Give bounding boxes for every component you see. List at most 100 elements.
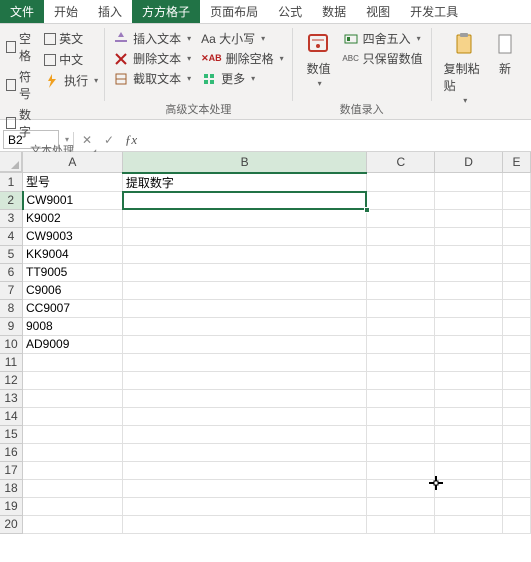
delete-space-button[interactable]: ✕AB 删除空格▾	[201, 50, 284, 67]
cell[interactable]	[503, 317, 531, 335]
row-header[interactable]: 16	[0, 443, 23, 461]
cell[interactable]	[122, 263, 366, 281]
cell[interactable]	[367, 245, 435, 263]
cell[interactable]	[435, 317, 503, 335]
case-button[interactable]: Aa 大小写▾	[201, 30, 284, 47]
chk-number[interactable]: 数字	[6, 106, 38, 140]
cut-text-button[interactable]: 截取文本▾	[113, 70, 191, 87]
cell[interactable]	[23, 425, 123, 443]
cell[interactable]	[367, 209, 435, 227]
cell[interactable]	[503, 497, 531, 515]
cell[interactable]	[503, 281, 531, 299]
cell[interactable]	[367, 263, 435, 281]
cell[interactable]	[23, 371, 123, 389]
col-header-A[interactable]: A	[23, 152, 123, 173]
cell[interactable]: CW9001	[23, 191, 123, 209]
more-button[interactable]: 更多▾	[201, 70, 284, 87]
cell[interactable]	[503, 191, 531, 209]
cell[interactable]	[435, 191, 503, 209]
row-header[interactable]: 8	[0, 299, 23, 317]
enter-button[interactable]: ✓	[100, 131, 118, 149]
col-header-C[interactable]: C	[367, 152, 435, 173]
row-header[interactable]: 11	[0, 353, 23, 371]
num-value-button[interactable]: 数值 ▾	[299, 26, 339, 99]
cell[interactable]	[122, 461, 366, 479]
cell[interactable]	[435, 443, 503, 461]
cell[interactable]: C9006	[23, 281, 123, 299]
tab-formula[interactable]: 公式	[268, 0, 312, 23]
cell[interactable]	[435, 209, 503, 227]
cell[interactable]	[503, 263, 531, 281]
cell[interactable]	[503, 425, 531, 443]
cell[interactable]	[367, 191, 435, 209]
cell[interactable]: CW9003	[23, 227, 123, 245]
cell[interactable]	[122, 209, 366, 227]
delete-text-button[interactable]: 删除文本▾	[113, 50, 191, 67]
cell[interactable]: K9002	[23, 209, 123, 227]
cell[interactable]	[122, 407, 366, 425]
row-header[interactable]: 4	[0, 227, 23, 245]
keep-only-button[interactable]: ABC 只保留数值	[343, 50, 423, 67]
col-header-B[interactable]: B	[122, 152, 366, 173]
formula-input[interactable]	[144, 130, 531, 149]
cell[interactable]	[503, 299, 531, 317]
cell[interactable]	[23, 353, 123, 371]
tab-layout[interactable]: 页面布局	[200, 0, 268, 23]
cell[interactable]	[367, 299, 435, 317]
cell[interactable]: CC9007	[23, 299, 123, 317]
cell[interactable]	[122, 317, 366, 335]
cell[interactable]	[23, 389, 123, 407]
cell[interactable]	[367, 497, 435, 515]
cell[interactable]	[122, 281, 366, 299]
cell[interactable]	[367, 335, 435, 353]
cell[interactable]	[435, 479, 503, 497]
chk-english[interactable]: 英文	[44, 30, 98, 47]
tab-view[interactable]: 视图	[356, 0, 400, 23]
cell[interactable]	[503, 479, 531, 497]
cell[interactable]	[435, 353, 503, 371]
copy-paste-button[interactable]: 复制粘贴 ▾	[438, 26, 491, 115]
cell[interactable]: 型号	[23, 173, 123, 192]
cell[interactable]	[122, 335, 366, 353]
cell[interactable]	[435, 335, 503, 353]
row-header[interactable]: 12	[0, 371, 23, 389]
row-header[interactable]: 6	[0, 263, 23, 281]
row-header[interactable]: 3	[0, 209, 23, 227]
row-header[interactable]: 5	[0, 245, 23, 263]
insert-function-button[interactable]: ƒx	[122, 131, 140, 149]
cell[interactable]	[122, 389, 366, 407]
insert-text-button[interactable]: 插入文本▾	[113, 30, 191, 47]
cell[interactable]	[122, 299, 366, 317]
cell[interactable]	[503, 173, 531, 192]
cell[interactable]	[367, 425, 435, 443]
cell[interactable]	[122, 425, 366, 443]
cell[interactable]	[367, 173, 435, 192]
tab-ffgz[interactable]: 方方格子	[132, 0, 200, 23]
execute-button[interactable]: 执行 ▾	[44, 72, 98, 89]
select-all-corner[interactable]	[0, 152, 22, 172]
cell[interactable]	[367, 317, 435, 335]
cell[interactable]	[503, 245, 531, 263]
cell[interactable]	[503, 335, 531, 353]
cell[interactable]	[503, 515, 531, 533]
cell[interactable]	[367, 389, 435, 407]
cell[interactable]	[435, 299, 503, 317]
col-header-E[interactable]: E	[503, 152, 531, 173]
cell[interactable]	[23, 443, 123, 461]
cell[interactable]	[367, 443, 435, 461]
cell[interactable]: AD9009	[23, 335, 123, 353]
chk-chinese[interactable]: 中文	[44, 51, 98, 68]
row-header[interactable]: 13	[0, 389, 23, 407]
cell[interactable]	[503, 407, 531, 425]
cell[interactable]	[367, 371, 435, 389]
cell[interactable]	[23, 515, 123, 533]
cell[interactable]	[23, 479, 123, 497]
round-button[interactable]: 四舍五入▾	[343, 30, 423, 47]
cell[interactable]	[122, 353, 366, 371]
row-header[interactable]: 7	[0, 281, 23, 299]
cell[interactable]	[122, 479, 366, 497]
row-header[interactable]: 14	[0, 407, 23, 425]
cell[interactable]: 提取数字	[122, 173, 366, 192]
cell[interactable]	[122, 227, 366, 245]
tab-file[interactable]: 文件	[0, 0, 44, 23]
